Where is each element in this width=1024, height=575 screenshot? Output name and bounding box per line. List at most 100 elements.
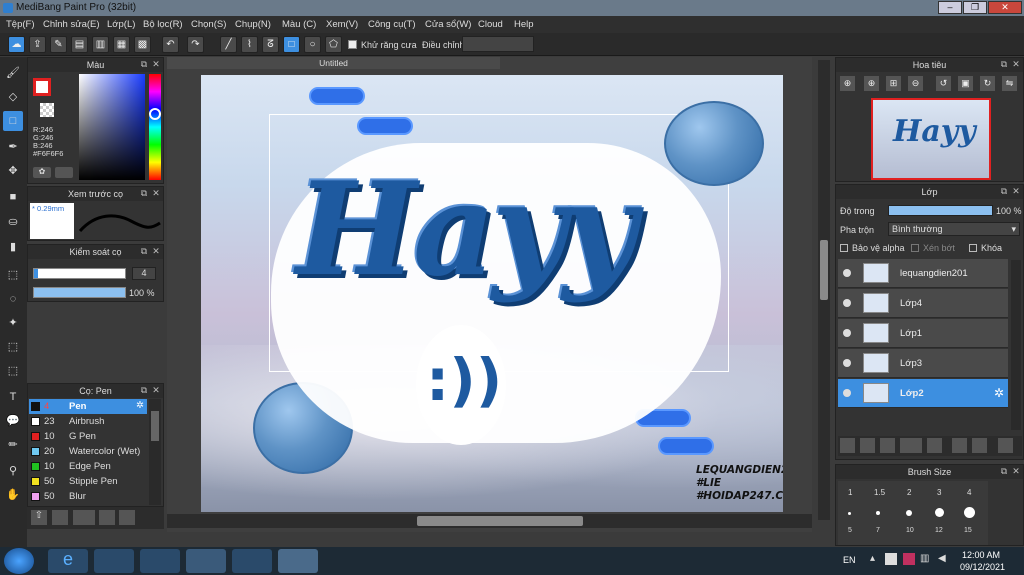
maximize-button[interactable]: ❐: [963, 1, 987, 14]
new-brush-icon[interactable]: [52, 510, 68, 525]
size-value[interactable]: 4: [132, 267, 156, 280]
close-icon[interactable]: ✕: [151, 385, 161, 396]
rotate-left-icon[interactable]: ↺: [936, 76, 951, 91]
size-slider[interactable]: [33, 268, 126, 279]
brush-item[interactable]: 4 Pen ✲: [29, 399, 147, 414]
color-settings-icon[interactable]: [55, 167, 73, 178]
fit-screen-icon[interactable]: ▣: [958, 76, 973, 91]
brush-dot[interactable]: [935, 508, 944, 517]
select-tool-icon[interactable]: ⬚: [3, 265, 23, 285]
layer-row[interactable]: lequangdien201: [838, 259, 1008, 288]
layer-row[interactable]: Lớp4: [838, 289, 1008, 318]
eye-icon[interactable]: [843, 329, 851, 337]
lock-checkbox[interactable]: [969, 244, 977, 252]
tray-app-icon[interactable]: [885, 553, 897, 565]
minimize-button[interactable]: –: [938, 1, 962, 14]
polygon-icon[interactable]: ⬠: [325, 36, 342, 53]
fit-icon[interactable]: ⊞: [886, 76, 901, 91]
ie-icon[interactable]: e: [48, 549, 88, 573]
copy-brush-icon[interactable]: [99, 510, 115, 525]
polyline-icon[interactable]: ⌇: [241, 36, 258, 53]
antialias-checkbox[interactable]: [348, 40, 357, 49]
move-tool-icon[interactable]: ✥: [3, 161, 23, 181]
gradient-tool-icon[interactable]: ▮: [3, 237, 23, 257]
brush-size-option[interactable]: 10: [906, 527, 914, 534]
eyedropper-icon[interactable]: ⚲: [3, 461, 23, 481]
select-eraser-icon[interactable]: ⬚: [3, 361, 23, 381]
folder-icon[interactable]: [927, 438, 942, 453]
brush-dot[interactable]: [848, 512, 851, 515]
close-icon[interactable]: ✕: [1011, 59, 1021, 70]
brush-size-option[interactable]: 4: [967, 488, 971, 497]
menu-help[interactable]: Help: [514, 19, 534, 30]
zoom-out-icon[interactable]: ⊖: [908, 76, 923, 91]
grid-icon[interactable]: ▤: [71, 36, 88, 53]
fill-rect-icon[interactable]: ■: [3, 187, 23, 207]
brush-item[interactable]: 50 Blur: [29, 489, 147, 504]
menu-view[interactable]: Xem(V): [326, 19, 358, 30]
panels-icon[interactable]: ▦: [113, 36, 130, 53]
tray-app-icon[interactable]: [903, 553, 915, 565]
brush-dot[interactable]: [964, 507, 975, 518]
eye-icon[interactable]: [843, 359, 851, 367]
layer-row[interactable]: Lớp1: [838, 319, 1008, 348]
brush-size-option[interactable]: 5: [848, 527, 852, 534]
close-icon[interactable]: ✕: [1011, 466, 1021, 477]
adjust-select[interactable]: [462, 36, 534, 52]
menu-color[interactable]: Màu (C): [282, 19, 316, 30]
close-button[interactable]: ✕: [988, 1, 1022, 14]
brush-size-option[interactable]: 12: [935, 527, 943, 534]
brush-size-option[interactable]: 3: [937, 488, 941, 497]
medibang-icon[interactable]: [278, 549, 318, 573]
undock-icon[interactable]: ⧉: [999, 59, 1009, 70]
eye-icon[interactable]: [843, 269, 851, 277]
merge-icon[interactable]: [972, 438, 987, 453]
layer-scrollbar[interactable]: [1011, 260, 1021, 430]
ellipse-icon[interactable]: ○: [304, 36, 321, 53]
hue-slider[interactable]: [149, 74, 161, 180]
text-tool-icon[interactable]: T: [3, 387, 23, 407]
close-icon[interactable]: ✕: [1011, 186, 1021, 197]
horizontal-scrollbar[interactable]: [167, 514, 812, 528]
undock-icon[interactable]: ⧉: [999, 186, 1009, 197]
grid2-icon[interactable]: ▩: [134, 36, 151, 53]
eraser-tool-icon[interactable]: ◇: [3, 87, 23, 107]
undock-icon[interactable]: ⧉: [999, 466, 1009, 477]
duplicate-icon[interactable]: [952, 438, 967, 453]
brush-item[interactable]: 23 Airbrush: [29, 414, 147, 429]
blend-mode-select[interactable]: Bình thường ▾: [888, 222, 1020, 236]
brush-dot[interactable]: [876, 511, 880, 515]
brush-tool-icon[interactable]: 🖌: [3, 63, 23, 83]
transparent-swatch[interactable]: [40, 103, 54, 117]
brush-size-option[interactable]: 15: [964, 527, 972, 534]
volume-icon[interactable]: ◀: [938, 553, 946, 564]
chrome-icon[interactable]: [186, 549, 226, 573]
layer-row[interactable]: Lớp2 ✲: [838, 379, 1008, 408]
layer-opacity-slider[interactable]: [888, 205, 993, 216]
undo-button[interactable]: ↶: [162, 36, 179, 53]
menu-layer[interactable]: Lớp(L): [107, 19, 135, 30]
curve-icon[interactable]: ᘔ: [262, 36, 279, 53]
hand-tool-icon[interactable]: ✋: [3, 485, 23, 505]
brush-size-option[interactable]: 7: [876, 527, 880, 534]
cloud-icon[interactable]: ☁: [8, 36, 25, 53]
menu-tools[interactable]: Công cụ(T): [368, 19, 416, 30]
close-icon[interactable]: ✕: [151, 59, 161, 70]
navigator-thumbnail[interactable]: Hayy: [871, 98, 991, 180]
rect-tool-icon[interactable]: □: [3, 111, 23, 131]
balloon-tool-icon[interactable]: 💬: [3, 411, 23, 431]
lasso-tool-icon[interactable]: ◌: [3, 289, 23, 309]
menu-capture[interactable]: Chụp(N): [235, 19, 271, 30]
protect-alpha-checkbox[interactable]: [840, 244, 848, 252]
undock-icon[interactable]: ⧉: [139, 246, 149, 257]
menu-select[interactable]: Chọn(S): [191, 19, 226, 30]
brush-size-option[interactable]: 1: [848, 488, 852, 497]
select-pen-icon[interactable]: ⬚: [3, 337, 23, 357]
tray-arrow-icon[interactable]: ▴: [870, 553, 875, 564]
drawing-canvas[interactable]: Hayy :)) LEQUANGDIEN201 #LIE #HOIDAP247.…: [201, 75, 783, 512]
brush-item[interactable]: 50 Stipple Pen: [29, 474, 147, 489]
dropper-tool-icon[interactable]: ✏: [3, 435, 23, 455]
vertical-scrollbar[interactable]: [818, 60, 830, 520]
menu-file[interactable]: Tệp(F): [6, 19, 35, 30]
language-indicator[interactable]: EN: [843, 555, 856, 565]
